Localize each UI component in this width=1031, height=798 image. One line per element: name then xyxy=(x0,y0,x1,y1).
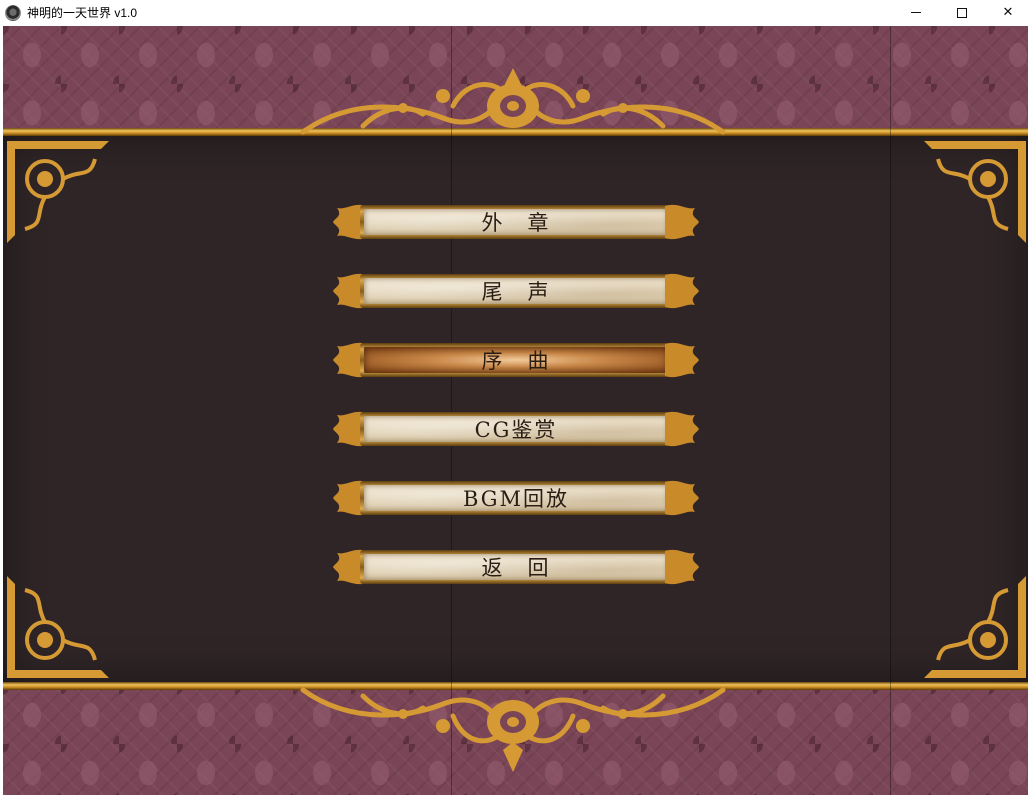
menu-button-label: CG鉴赏 xyxy=(474,418,558,442)
panel-seam-right xyxy=(890,26,891,795)
menu-button-plate: 返 回 xyxy=(360,550,672,584)
window-title: 神明的一天世界 v1.0 xyxy=(27,6,138,20)
top-crest-ornament xyxy=(300,68,726,135)
menu-button-label: BGM回放 xyxy=(462,487,570,511)
menu-button-label: 尾 声 xyxy=(481,280,551,304)
menu-button-plate: 尾 声 xyxy=(360,274,672,308)
maximize-button[interactable] xyxy=(939,0,985,25)
menu-button-label: 序 曲 xyxy=(481,349,551,373)
button-cap-right-icon xyxy=(665,273,699,309)
menu-button-cg-gallery[interactable]: CG鉴赏 xyxy=(333,407,699,451)
bottom-crest-ornament xyxy=(300,687,726,772)
window-controls: ✕ xyxy=(893,0,1031,25)
minimize-button[interactable] xyxy=(893,0,939,25)
corner-ornament-bottom-left xyxy=(7,576,109,678)
menu-button-plate: CG鉴赏 xyxy=(360,412,672,446)
button-cap-right-icon xyxy=(665,480,699,516)
button-cap-right-icon xyxy=(665,342,699,378)
menu-button-label: 外 章 xyxy=(481,211,551,235)
button-cap-right-icon xyxy=(665,549,699,585)
close-button[interactable]: ✕ xyxy=(985,0,1031,25)
button-cap-right-icon xyxy=(665,204,699,240)
corner-ornament-top-right xyxy=(924,141,1026,243)
menu-button-label: 返 回 xyxy=(481,556,551,580)
menu-button-plate: BGM回放 xyxy=(360,481,672,515)
menu-button-extra-chapter[interactable]: 外 章 xyxy=(333,200,699,244)
corner-ornament-bottom-right xyxy=(924,576,1026,678)
close-icon: ✕ xyxy=(1002,5,1014,20)
app-icon xyxy=(5,4,21,21)
window-titlebar: 神明的一天世界 v1.0 ✕ xyxy=(0,0,1031,25)
menu-button-prologue[interactable]: 序 曲 xyxy=(333,338,699,382)
corner-ornament-top-left xyxy=(7,141,109,243)
minimize-icon xyxy=(911,12,921,13)
menu-button-plate: 外 章 xyxy=(360,205,672,239)
game-canvas: 外 章 尾 声 序 曲 CG鉴赏 BGM回放 返 回 xyxy=(3,26,1028,795)
menu-button-bgm-playback[interactable]: BGM回放 xyxy=(333,476,699,520)
menu-button-plate: 序 曲 xyxy=(360,343,672,377)
button-cap-right-icon xyxy=(665,411,699,447)
maximize-icon xyxy=(957,7,967,18)
menu-button-back[interactable]: 返 回 xyxy=(333,545,699,589)
menu-button-epilogue[interactable]: 尾 声 xyxy=(333,269,699,313)
